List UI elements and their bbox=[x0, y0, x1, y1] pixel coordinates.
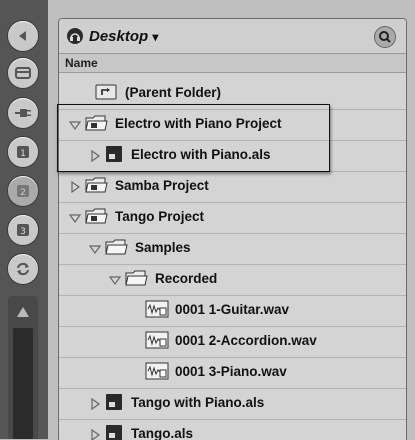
list-item-label: (Parent Folder) bbox=[125, 85, 222, 100]
disclosure-collapsed-icon[interactable] bbox=[69, 180, 81, 194]
audio-file-icon bbox=[145, 331, 169, 354]
list-item-label: Electro with Piano Project bbox=[115, 116, 282, 131]
svg-text:2: 2 bbox=[20, 188, 26, 198]
file-browser-1-button[interactable]: 1 bbox=[8, 137, 38, 167]
file-browser-1-icon: 1 bbox=[17, 146, 29, 159]
hide-browser-icon bbox=[19, 31, 26, 41]
list-item[interactable]: Tango Project bbox=[59, 202, 406, 234]
list-item-label: Samples bbox=[135, 240, 191, 255]
disclosure-expanded-icon[interactable] bbox=[88, 242, 102, 255]
headphones-icon[interactable] bbox=[67, 28, 83, 44]
project-folder-icon bbox=[85, 114, 109, 137]
list-item[interactable]: 0001 3-Piano.wav bbox=[59, 357, 406, 389]
disclosure-expanded-icon[interactable] bbox=[108, 273, 122, 286]
plugin-browser-button[interactable] bbox=[8, 98, 38, 128]
list-item[interactable]: Recorded bbox=[59, 264, 406, 296]
file-browser-2-button[interactable]: 2 bbox=[8, 176, 38, 206]
location-name: Desktop bbox=[89, 28, 149, 45]
disclosure-collapsed-icon[interactable] bbox=[89, 428, 101, 440]
chevron-down-icon: ▾ bbox=[152, 30, 159, 44]
search-icon bbox=[379, 31, 391, 43]
live-set-icon bbox=[105, 424, 123, 440]
live-set-icon bbox=[105, 145, 123, 168]
disclosure-expanded-icon[interactable] bbox=[68, 211, 82, 224]
column-header-label: Name bbox=[65, 56, 98, 70]
live-browser-window: 1 2 3 Desktop ▾ Name (Parent Folder) Ele… bbox=[0, 0, 415, 440]
list-item-label: 0001 3-Piano.wav bbox=[175, 364, 287, 379]
list-item[interactable]: Samples bbox=[59, 233, 406, 265]
scroll-up-icon[interactable] bbox=[16, 306, 30, 320]
list-item-label: Samba Project bbox=[115, 178, 209, 193]
project-folder-icon bbox=[85, 207, 109, 230]
browser-selector-strip: 1 2 3 bbox=[0, 0, 48, 439]
browser-scrollbar[interactable] bbox=[8, 296, 38, 439]
location-chooser[interactable]: Desktop ▾ bbox=[89, 28, 158, 45]
audio-file-icon bbox=[145, 300, 169, 323]
list-item-label: Recorded bbox=[155, 271, 218, 286]
search-button[interactable] bbox=[374, 26, 396, 48]
hide-browser-button[interactable] bbox=[8, 21, 38, 51]
list-item-label: Tango.als bbox=[131, 426, 194, 440]
list-item[interactable]: 0001 1-Guitar.wav bbox=[59, 295, 406, 327]
list-item-label: Tango with Piano.als bbox=[131, 395, 265, 410]
disclosure-collapsed-icon[interactable] bbox=[89, 397, 101, 411]
plugin-browser-icon bbox=[15, 109, 31, 117]
audio-file-icon bbox=[145, 362, 169, 385]
parent-folder-icon bbox=[95, 83, 117, 106]
svg-text:3: 3 bbox=[20, 227, 26, 237]
disclosure-collapsed-icon[interactable] bbox=[89, 149, 101, 163]
file-browser-2-icon: 2 bbox=[17, 185, 29, 198]
list-item[interactable]: Electro with Piano.als bbox=[59, 140, 406, 172]
list-item[interactable]: Tango with Piano.als bbox=[59, 388, 406, 420]
scrollbar-thumb[interactable] bbox=[13, 328, 33, 439]
list-item[interactable]: Tango.als bbox=[59, 419, 406, 440]
disclosure-expanded-icon[interactable] bbox=[68, 118, 82, 131]
list-item-label: Tango Project bbox=[115, 209, 205, 224]
project-folder-icon bbox=[85, 176, 109, 199]
device-browser-icon bbox=[15, 67, 31, 79]
file-browser-panel: Desktop ▾ Name (Parent Folder) Electro wi… bbox=[58, 18, 407, 440]
folder-icon bbox=[125, 269, 149, 292]
browser-location-bar: Desktop ▾ bbox=[59, 19, 406, 54]
svg-text:1: 1 bbox=[20, 149, 26, 159]
device-browser-button[interactable] bbox=[8, 58, 38, 88]
file-browser-3-icon: 3 bbox=[17, 224, 29, 237]
list-item[interactable]: (Parent Folder) bbox=[59, 78, 406, 110]
list-item-label: 0001 1-Guitar.wav bbox=[175, 302, 290, 317]
list-item-label: 0001 2-Accordion.wav bbox=[175, 333, 317, 348]
list-item[interactable]: Electro with Piano Project bbox=[59, 109, 406, 141]
hot-swap-button[interactable] bbox=[8, 254, 38, 284]
hot-swap-icon bbox=[17, 262, 29, 276]
list-item-label: Electro with Piano.als bbox=[131, 147, 271, 162]
name-column-header[interactable]: Name bbox=[59, 54, 406, 73]
list-item[interactable]: Samba Project bbox=[59, 171, 406, 203]
live-set-icon bbox=[105, 393, 123, 416]
file-browser-3-button[interactable]: 3 bbox=[8, 215, 38, 245]
list-item[interactable]: 0001 2-Accordion.wav bbox=[59, 326, 406, 358]
folder-icon bbox=[105, 238, 129, 261]
